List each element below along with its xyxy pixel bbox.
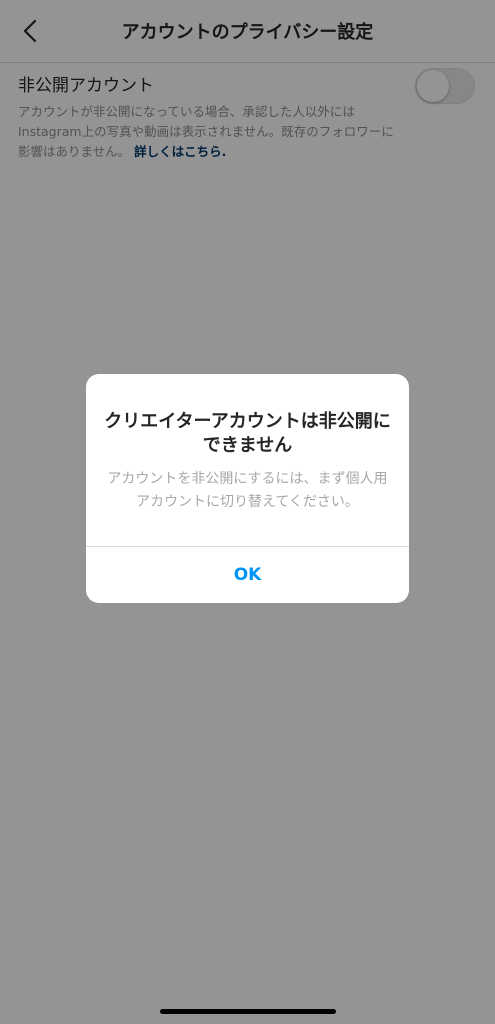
alert-dialog: クリエイターアカウントは非公開にできません アカウントを非公開にするには、まず個… bbox=[86, 374, 409, 603]
home-indicator[interactable] bbox=[160, 1009, 336, 1014]
ok-button[interactable]: OK bbox=[86, 547, 409, 603]
dialog-message: アカウントを非公開にするには、まず個人用アカウントに切り替えてください。 bbox=[107, 471, 388, 510]
privacy-settings-screen: アカウントのプライバシー設定 非公開アカウント アカウントが非公開になっている場… bbox=[0, 0, 495, 1024]
dialog-title: クリエイターアカウントは非公開にできません bbox=[104, 411, 391, 456]
